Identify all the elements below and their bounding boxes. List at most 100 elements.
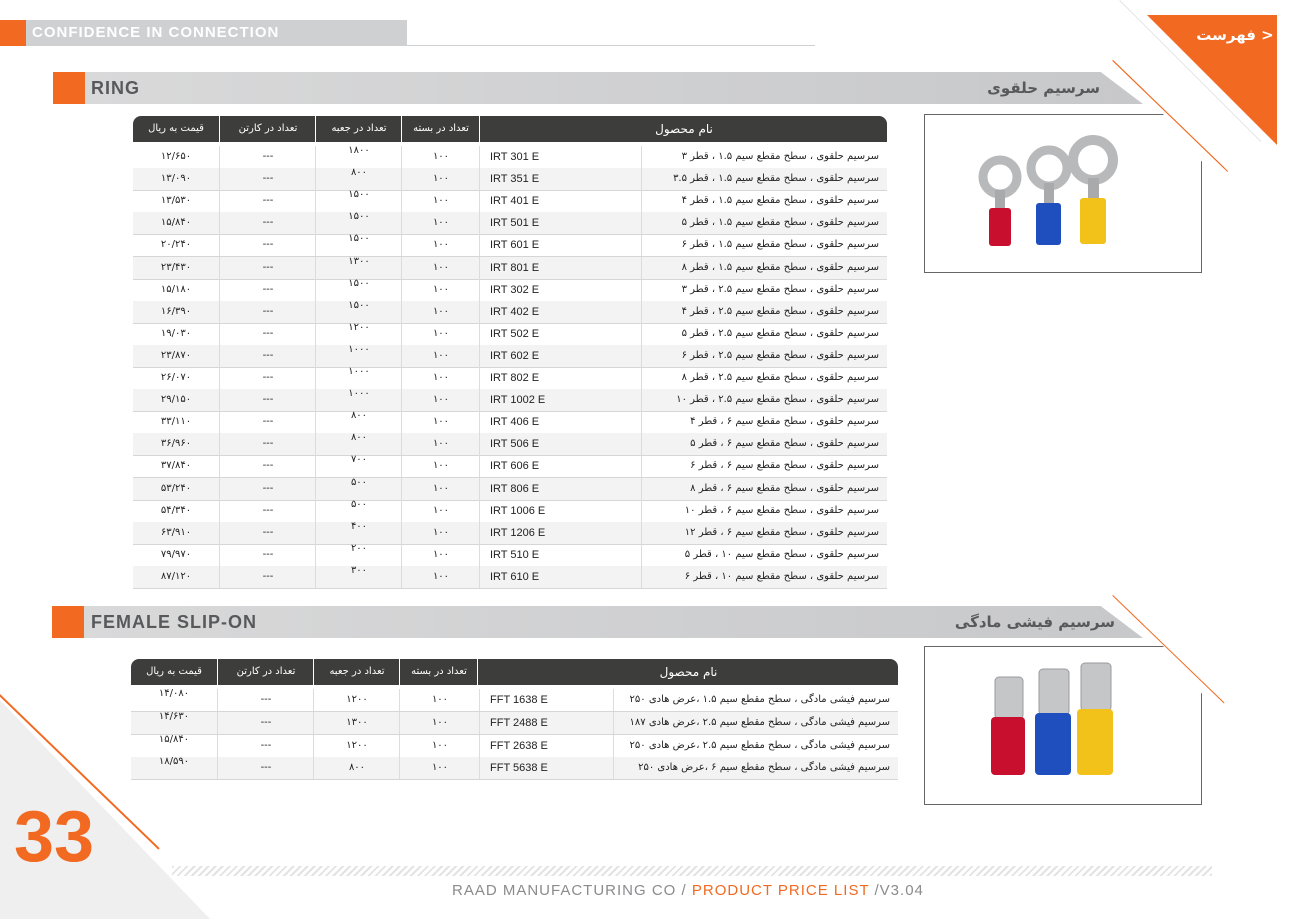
- cell-code: IRT 1006 E: [479, 499, 641, 522]
- column-header-price: قیمت به ریال: [146, 666, 202, 677]
- cell-name: سرسیم فیشی مادگی ، سطح مقطع سیم ۲.۵ ،عرض…: [613, 711, 898, 734]
- cell-box: ۱۰۰۰: [315, 344, 402, 367]
- cell-pack: ۱۰۰: [401, 565, 480, 588]
- cell-code: IRT 302 E: [479, 278, 641, 301]
- slip-on-section-accent: [52, 606, 84, 638]
- cell-code: IRT 602 E: [479, 344, 641, 367]
- cell-name: سرسیم حلقوی ، سطح مقطع سیم ۲.۵ ، قطر ۱۰: [641, 389, 887, 412]
- table-row: ۱۶/۳۹۰ --- ۱۵۰۰ ۱۰۰ IRT 402 E سرسیم حلقوی ، س…: [133, 300, 887, 324]
- cell-name: سرسیم حلقوی ، سطح مقطع سیم ۲.۵ ، قطر ۴: [641, 300, 887, 323]
- slip-on-section-title-fa: سرسیم فیشی مادگی: [954, 613, 1115, 631]
- cell-code: IRT 502 E: [479, 322, 641, 345]
- cell-pack: ۱۰۰: [399, 711, 480, 734]
- cell-carton: ---: [219, 256, 316, 279]
- cell-code: IRT 606 E: [479, 455, 641, 478]
- table-row: ۲۳/۸۷۰ --- ۱۰۰۰ ۱۰۰ IRT 602 E سرسیم حلقوی ، س…: [133, 344, 887, 368]
- cell-code: IRT 1206 E: [479, 521, 641, 544]
- cell-box: ۱۵۰۰: [315, 278, 402, 301]
- cell-box: ۱۰۰۰: [315, 367, 402, 389]
- table-header: قیمت به ریال تعداد در کارتن تعداد در جعبه ت…: [131, 659, 898, 685]
- cell-price: ۱۶/۳۹۰: [160, 305, 192, 317]
- cell-price: ۱۴/۶۳۰: [158, 710, 190, 722]
- cell-box: ۱۳۰۰: [315, 256, 402, 279]
- table-row: ۱۴/۰۸۰ --- ۱۲۰۰ ۱۰۰ FFT 1638 E سرسیم فیشی ماد…: [131, 689, 898, 712]
- cell-carton: ---: [219, 190, 316, 213]
- cell-code: IRT 301 E: [479, 146, 641, 168]
- cell-box: ۸۰۰: [315, 168, 402, 191]
- cell-price: ۱۳/۰۹۰: [160, 173, 192, 185]
- column-header-carton: تعداد در کارتن: [219, 116, 316, 142]
- cell-code: IRT 802 E: [479, 367, 641, 389]
- cell-price: ۱۳/۵۳۰: [160, 195, 192, 207]
- cell-code: IRT 506 E: [479, 433, 641, 456]
- cell-carton: ---: [217, 757, 314, 780]
- cell-name: سرسیم حلقوی ، سطح مقطع سیم ۱۰ ، قطر ۶: [641, 565, 887, 588]
- cell-price: ۲۹/۱۵۰: [160, 394, 192, 406]
- table-row: ۶۳/۹۱۰ --- ۴۰۰ ۱۰۰ IRT 1206 E سرسیم حلقوی ، س…: [133, 521, 887, 545]
- cell-name: سرسیم فیشی مادگی ، سطح مقطع سیم ۱.۵ ،عرض…: [613, 689, 898, 711]
- cell-price: ۳۳/۱۱۰: [160, 416, 192, 428]
- cell-name: سرسیم حلقوی ، سطح مقطع سیم ۶ ، قطر ۴: [641, 411, 887, 434]
- cell-price: ۱۵/۸۴۰: [160, 217, 192, 229]
- cell-price: ۵۴/۳۴۰: [160, 504, 192, 516]
- cell-box: ۴۰۰: [315, 521, 402, 544]
- cell-name: سرسیم حلقوی ، سطح مقطع سیم ۶ ، قطر ۸: [641, 477, 887, 500]
- cell-name: سرسیم حلقوی ، سطح مقطع سیم ۱.۵ ، قطر ۸: [641, 256, 887, 279]
- cell-carton: ---: [219, 389, 316, 412]
- table-row: ۱۵/۸۴۰ --- ۱۲۰۰ ۱۰۰ FFT 2638 E سرسیم فیشی ماد…: [131, 734, 898, 758]
- cell-code: IRT 401 E: [479, 190, 641, 213]
- cell-name: سرسیم حلقوی ، سطح مقطع سیم ۱.۵ ، قطر ۳: [641, 146, 887, 168]
- slip-on-terminal-red: [991, 676, 1025, 775]
- column-header-pack: تعداد در بسته: [401, 116, 480, 142]
- table-row: ۱۹/۰۳۰ --- ۱۲۰۰ ۱۰۰ IRT 502 E سرسیم حلقوی ، س…: [133, 322, 887, 346]
- cell-pack: ۱۰۰: [399, 734, 480, 757]
- slip-on-terminal-yellow: [1077, 662, 1113, 775]
- cell-pack: ۱۰۰: [401, 168, 480, 191]
- cell-pack: ۱۰۰: [401, 190, 480, 213]
- cell-pack: ۱۰۰: [401, 411, 480, 434]
- cell-carton: ---: [219, 344, 316, 367]
- cell-box: ۱۲۰۰: [313, 734, 400, 757]
- cell-name: سرسیم حلقوی ، سطح مقطع سیم ۶ ، قطر ۱۰: [641, 499, 887, 522]
- tagline: CONFIDENCE IN CONNECTION: [26, 20, 407, 46]
- table-row: ۳۷/۸۴۰ --- ۷۰۰ ۱۰۰ IRT 606 E سرسیم حلقوی ، سط…: [133, 455, 887, 479]
- table-row: ۵۴/۳۴۰ --- ۵۰۰ ۱۰۰ IRT 1006 E سرسیم حلقوی ، س…: [133, 499, 887, 523]
- ring-section-title-en: RING: [91, 78, 140, 98]
- cell-price: ۷۹/۹۷۰: [160, 548, 192, 560]
- ring-section-title-fa: سرسیم حلقوی: [987, 79, 1100, 97]
- cell-name: سرسیم فیشی مادگی ، سطح مقطع سیم ۲.۵ ،عرض…: [613, 734, 898, 757]
- cell-box: ۸۰۰: [315, 411, 402, 434]
- cell-name: سرسیم حلقوی ، سطح مقطع سیم ۱.۵ ، قطر ۴: [641, 190, 887, 213]
- cell-pack: ۱۰۰: [401, 477, 480, 500]
- table-row: ۱۵/۸۴۰ --- ۱۵۰۰ ۱۰۰ IRT 501 E سرسیم حلقوی ، س…: [133, 212, 887, 236]
- cell-pack: ۱۰۰: [401, 455, 480, 478]
- column-header-box: تعداد در جعبه: [313, 659, 400, 685]
- cell-name: سرسیم حلقوی ، سطح مقطع سیم ۱۰ ، قطر ۵: [641, 543, 887, 566]
- ring-terminal-yellow: [1068, 135, 1118, 244]
- cell-carton: ---: [219, 212, 316, 235]
- cell-carton: ---: [217, 689, 314, 711]
- cell-carton: ---: [219, 234, 316, 257]
- cell-box: ۱۲۰۰: [313, 689, 400, 711]
- column-header-box: تعداد در جعبه: [315, 116, 402, 142]
- cell-code: FFT 2638 E: [479, 734, 613, 757]
- cell-code: IRT 1002 E: [479, 389, 641, 412]
- slip-on-terminals-image: [991, 662, 1113, 775]
- table-row: ۲۹/۱۵۰ --- ۱۰۰۰ ۱۰۰ IRT 1002 E سرسیم حلقوی ، …: [133, 389, 887, 413]
- cell-carton: ---: [219, 322, 316, 345]
- menu-link[interactable]: < فهرست: [1195, 26, 1275, 44]
- cell-code: IRT 510 E: [479, 543, 641, 566]
- column-header-pack: تعداد در بسته: [399, 659, 478, 685]
- cell-carton: ---: [219, 367, 316, 389]
- cell-price: ۶۳/۹۱۰: [160, 526, 192, 538]
- table-row: ۱۵/۱۸۰ --- ۱۵۰۰ ۱۰۰ IRT 302 E سرسیم حلقوی ، س…: [133, 278, 887, 302]
- table-row: ۷۹/۹۷۰ --- ۲۰۰ ۱۰۰ IRT 510 E سرسیم حلقوی ، سط…: [133, 543, 887, 567]
- cell-box: ۸۰۰: [315, 433, 402, 456]
- cell-pack: ۱۰۰: [401, 278, 480, 301]
- cell-box: ۱۵۰۰: [315, 190, 402, 213]
- cell-carton: ---: [219, 477, 316, 500]
- cell-name: سرسیم حلقوی ، سطح مقطع سیم ۲.۵ ، قطر ۸: [641, 367, 887, 389]
- cell-price: ۱۴/۰۸۰: [158, 688, 190, 699]
- cell-pack: ۱۰۰: [401, 499, 480, 522]
- cell-price: ۵۳/۲۴۰: [160, 482, 192, 494]
